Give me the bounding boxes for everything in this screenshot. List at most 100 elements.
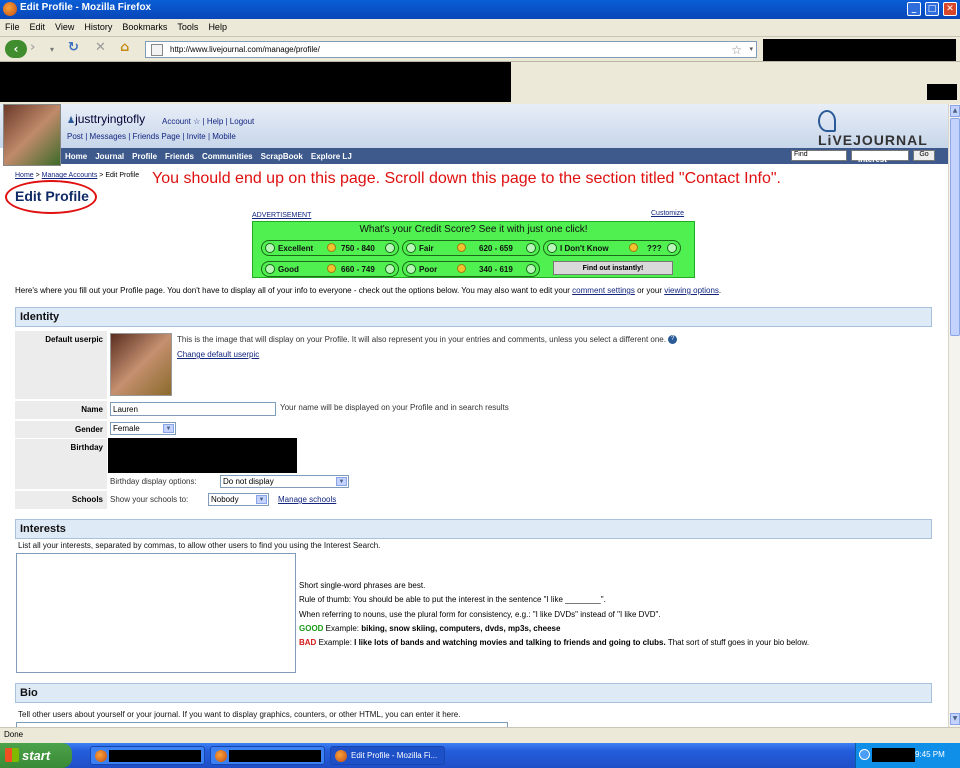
radio-icon: [385, 264, 395, 274]
manage-schools-link[interactable]: Manage schools: [278, 495, 336, 504]
menu-bookmarks[interactable]: Bookmarks: [122, 22, 167, 32]
menu-edit[interactable]: Edit: [30, 22, 46, 32]
menu-file[interactable]: File: [5, 22, 20, 32]
name-field[interactable]: Lauren: [110, 402, 276, 416]
radio-icon: [667, 243, 677, 253]
menu-history[interactable]: History: [84, 22, 112, 32]
nav-communities[interactable]: Communities: [202, 152, 253, 161]
home-icon[interactable]: ⌂: [120, 40, 129, 55]
livejournal-logo[interactable]: LiVEJOURNAL: [818, 110, 948, 148]
menu-view[interactable]: View: [55, 22, 74, 32]
taskbar-item[interactable]: [90, 746, 205, 765]
interests-textarea[interactable]: [16, 553, 296, 673]
start-button[interactable]: start: [0, 743, 72, 768]
ad-option-poor[interactable]: Poor 340 - 619: [402, 261, 540, 277]
taskbar-item[interactable]: [210, 746, 325, 765]
radio-icon: [265, 243, 275, 253]
comment-settings-link[interactable]: comment settings: [572, 286, 635, 295]
navigation-toolbar: ‹ › ▾ ↻ ✕ ⌂ http://www.livejournal.com/m…: [0, 37, 960, 62]
firefox-icon: [335, 750, 347, 762]
history-dropdown-icon[interactable]: ▾: [50, 45, 54, 54]
schools-visibility-select[interactable]: Nobody ▼: [208, 493, 269, 506]
bio-heading: Bio: [15, 683, 932, 703]
ad-option-fair[interactable]: Fair 620 - 659: [402, 240, 540, 256]
header-userpic[interactable]: [3, 104, 61, 166]
credit-score-ad[interactable]: What's your Credit Score? See it with ju…: [252, 221, 695, 278]
ad-option-range: 660 - 749: [341, 265, 375, 274]
chevron-down-icon: ▼: [336, 477, 347, 486]
intro-text: Here's where you fill out your Profile p…: [15, 286, 945, 295]
smiley-icon: [629, 243, 638, 252]
scrollbar-thumb[interactable]: [950, 118, 960, 336]
menu-help[interactable]: Help: [208, 22, 227, 32]
help-icon[interactable]: ?: [668, 335, 678, 345]
nav-explore[interactable]: Explore LJ: [311, 152, 352, 161]
maximize-button[interactable]: □: [925, 2, 939, 16]
reload-icon[interactable]: ↻: [68, 40, 79, 55]
nav-scrapbook[interactable]: ScrapBook: [261, 152, 303, 161]
nav-home[interactable]: Home: [65, 152, 87, 161]
account-links[interactable]: Account ☆ | Help | Logout: [162, 117, 254, 126]
status-bar: Done: [0, 727, 960, 743]
ad-option-dont-know[interactable]: I Don't Know???: [543, 240, 681, 256]
window-titlebar: Edit Profile - Mozilla Firefox _ □ ✕: [0, 0, 960, 19]
redacted-task-title: [229, 750, 321, 762]
default-userpic[interactable]: [110, 333, 172, 396]
breadcrumb-manage[interactable]: Manage Accounts: [42, 172, 98, 179]
radio-icon: [526, 264, 536, 274]
firefox-icon: [215, 750, 227, 762]
menu-tools[interactable]: Tools: [177, 22, 198, 32]
nav-friends[interactable]: Friends: [165, 152, 194, 161]
url-dropdown-icon[interactable]: ▾: [749, 45, 753, 53]
page-scrollbar[interactable]: ▲ ▼: [948, 104, 960, 727]
search-type-select[interactable]: Interest ▼: [851, 150, 909, 164]
ad-customize-link[interactable]: Customize: [651, 210, 684, 217]
radio-icon: [526, 243, 536, 253]
intro-connector: or your: [634, 286, 665, 295]
chevron-down-icon: ▼: [897, 155, 903, 161]
user-nav-links[interactable]: Post | Messages | Friends Page | Invite …: [67, 132, 236, 141]
gender-select[interactable]: Female ▼: [110, 422, 176, 435]
instruction-annotation: You should end up on this page. Scroll d…: [152, 170, 781, 187]
birthday-display-select[interactable]: Do not display ▼: [220, 475, 349, 488]
birthday-display-label: Birthday display options:: [110, 477, 197, 486]
firefox-icon: [3, 2, 17, 16]
interests-tip: Short single-word phrases are best.: [299, 581, 426, 590]
lj-nav-bar: Home Journal Profile Friends Communities Scra…: [61, 148, 948, 164]
schools-show-label: Show your schools to:: [110, 495, 189, 504]
ad-option-good[interactable]: Good 660 - 749: [261, 261, 399, 277]
viewing-options-link[interactable]: viewing options: [664, 286, 719, 295]
page-icon: [151, 44, 163, 56]
taskbar-item-active[interactable]: Edit Profile - Mozilla Fi...: [330, 746, 445, 765]
scroll-up-icon[interactable]: ▲: [950, 105, 960, 117]
bookmark-star-icon[interactable]: ☆: [731, 43, 742, 57]
scroll-down-icon[interactable]: ▼: [950, 713, 960, 725]
change-userpic-link[interactable]: Change default userpic: [177, 350, 259, 359]
intro-end: .: [718, 286, 722, 295]
window-title: Edit Profile - Mozilla Firefox: [20, 2, 152, 13]
ad-option-excellent[interactable]: Excellent 750 - 840: [261, 240, 399, 256]
nav-journal[interactable]: Journal: [95, 152, 124, 161]
find-input[interactable]: Find: [791, 150, 847, 161]
interests-tip: When referring to nouns, use the plural …: [299, 610, 661, 619]
find-out-button[interactable]: Find out instantly!: [553, 261, 673, 275]
page-title: Edit Profile: [15, 188, 89, 204]
smiley-icon: [327, 264, 336, 273]
breadcrumb-home[interactable]: Home: [15, 172, 34, 179]
address-bar[interactable]: http://www.livejournal.com/manage/profil…: [145, 41, 757, 58]
smiley-icon: [327, 243, 336, 252]
nav-profile[interactable]: Profile: [132, 152, 157, 161]
stop-icon[interactable]: ✕: [95, 40, 106, 55]
go-button[interactable]: Go: [913, 150, 935, 161]
schools-label: Schools: [15, 491, 107, 509]
radio-icon: [406, 243, 416, 253]
close-button[interactable]: ✕: [943, 2, 957, 16]
minimize-button[interactable]: _: [907, 2, 921, 16]
tray-expand-icon[interactable]: [859, 749, 870, 760]
username-link[interactable]: ♟justtryingtofly: [67, 112, 145, 126]
forward-button[interactable]: ›: [30, 40, 35, 55]
interests-tip: Rule of thumb: You should be able to put…: [299, 595, 606, 604]
ad-option-range: 620 - 659: [479, 244, 513, 253]
ad-label[interactable]: ADVERTISEMENT: [252, 212, 311, 219]
back-button[interactable]: ‹: [5, 40, 27, 58]
